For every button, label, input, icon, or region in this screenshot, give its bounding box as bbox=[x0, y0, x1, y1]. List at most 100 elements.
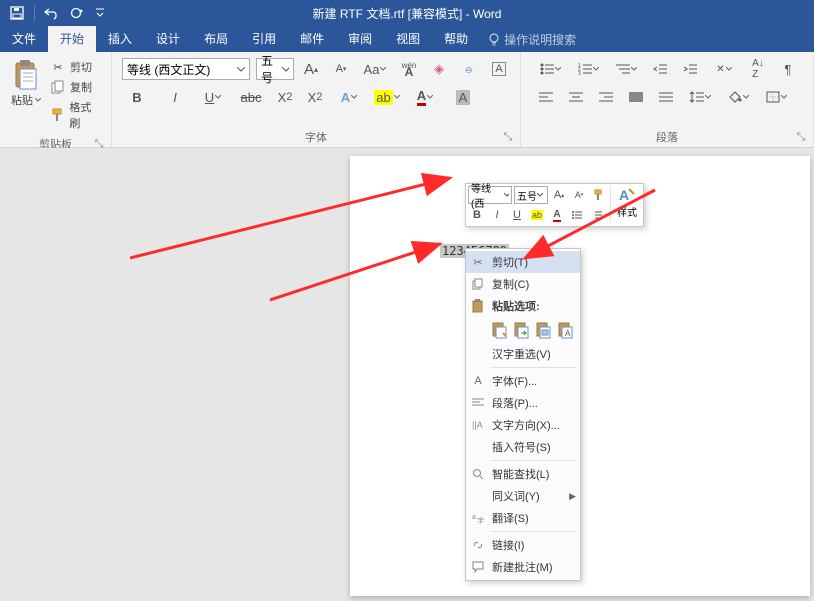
cm-new-comment[interactable]: 新建批注(M) bbox=[466, 556, 580, 578]
asian-layout-button[interactable]: ✕ bbox=[709, 58, 739, 80]
mini-shrink-font-button[interactable]: A▾ bbox=[570, 186, 588, 204]
copy-button[interactable]: 复制 bbox=[48, 78, 103, 96]
format-painter-button[interactable]: 格式刷 bbox=[48, 98, 103, 132]
cm-smart-lookup[interactable]: 智能查找(L) bbox=[466, 463, 580, 485]
redo-button[interactable] bbox=[65, 2, 87, 24]
cm-font[interactable]: A字体(F)... bbox=[466, 370, 580, 392]
tab-review[interactable]: 审阅 bbox=[336, 26, 384, 52]
cm-insert-symbol[interactable]: 插入符号(S) bbox=[466, 436, 580, 458]
shading-button[interactable] bbox=[723, 86, 753, 108]
enclose-characters-button[interactable]: ⦵ bbox=[458, 58, 480, 80]
paste-picture-button[interactable] bbox=[534, 319, 554, 341]
save-button[interactable] bbox=[6, 2, 28, 24]
show-marks-button[interactable]: ¶ bbox=[777, 58, 799, 80]
dialog-launcher-icon[interactable]: ⤡ bbox=[795, 131, 807, 143]
highlight-button[interactable]: ab bbox=[372, 86, 402, 108]
mini-underline-button[interactable]: U bbox=[508, 206, 526, 224]
decrease-indent-button[interactable] bbox=[649, 58, 671, 80]
mini-numbering-button[interactable] bbox=[588, 206, 606, 224]
cm-cut[interactable]: ✂剪切(T) bbox=[466, 251, 580, 273]
align-right-button[interactable] bbox=[595, 86, 617, 108]
underline-button[interactable]: U bbox=[198, 86, 228, 108]
chevron-down-icon bbox=[537, 193, 543, 197]
change-case-button[interactable]: Aa bbox=[360, 58, 390, 80]
justify-button[interactable] bbox=[625, 86, 647, 108]
cut-button[interactable]: ✂剪切 bbox=[48, 58, 103, 76]
mini-format-painter-button[interactable] bbox=[590, 186, 608, 204]
mini-highlight-button[interactable]: ab bbox=[528, 206, 546, 224]
cm-text-direction[interactable]: ||A文字方向(X)... bbox=[466, 414, 580, 436]
cm-paragraph[interactable]: 段落(P)... bbox=[466, 392, 580, 414]
tab-insert[interactable]: 插入 bbox=[96, 26, 144, 52]
shrink-font-button[interactable]: A▾ bbox=[330, 58, 352, 80]
qat-customize-button[interactable] bbox=[89, 2, 111, 24]
chevron-down-icon bbox=[743, 95, 749, 99]
character-shading-button[interactable]: A bbox=[448, 86, 478, 108]
separator bbox=[490, 367, 576, 368]
mini-italic-button[interactable]: I bbox=[488, 206, 506, 224]
chevron-down-icon bbox=[237, 67, 245, 72]
paste-merge-button[interactable] bbox=[512, 319, 532, 341]
dialog-launcher-icon[interactable]: ⤡ bbox=[502, 131, 514, 143]
cm-cn-relayout[interactable]: 汉字重选(V) bbox=[466, 343, 580, 365]
text-effects-button[interactable]: A bbox=[334, 86, 364, 108]
tell-me-search[interactable]: 操作说明搜索 bbox=[480, 27, 584, 52]
strikethrough-button[interactable]: abc bbox=[236, 86, 266, 108]
tab-design[interactable]: 设计 bbox=[144, 26, 192, 52]
mini-styles-button[interactable]: A 样式 bbox=[613, 186, 641, 224]
undo-button[interactable] bbox=[41, 2, 63, 24]
separator bbox=[490, 531, 576, 532]
bullets-icon bbox=[540, 63, 554, 75]
cm-link[interactable]: 链接(I) bbox=[466, 534, 580, 556]
mini-font-combo[interactable]: 等线 (西 bbox=[468, 186, 512, 204]
align-left-button[interactable] bbox=[535, 86, 557, 108]
translate-icon: a字 bbox=[470, 510, 486, 526]
mini-size-combo[interactable]: 五号 bbox=[514, 186, 548, 204]
font-name-combo[interactable]: 等线 (西文正文) bbox=[122, 58, 250, 80]
numbering-button[interactable]: 123 bbox=[573, 58, 603, 80]
tab-mail[interactable]: 邮件 bbox=[288, 26, 336, 52]
subscript-button[interactable]: X2 bbox=[274, 86, 296, 108]
paste-text-only-button[interactable]: A bbox=[556, 319, 576, 341]
mini-bullets-button[interactable] bbox=[568, 206, 586, 224]
grow-font-button[interactable]: A▴ bbox=[300, 58, 322, 80]
distribute-button[interactable] bbox=[655, 86, 677, 108]
group-clipboard: 粘贴 ✂剪切 复制 格式刷 剪贴板⤡ bbox=[0, 52, 112, 147]
bold-button[interactable]: B bbox=[122, 86, 152, 108]
tab-file[interactable]: 文件 bbox=[0, 26, 48, 52]
multilevel-list-button[interactable] bbox=[611, 58, 641, 80]
cm-synonyms[interactable]: 同义词(Y)▶ bbox=[466, 485, 580, 507]
font-color-button[interactable]: A bbox=[410, 86, 440, 108]
italic-button[interactable]: I bbox=[160, 86, 190, 108]
cm-copy[interactable]: 复制(C) bbox=[466, 273, 580, 295]
tab-references[interactable]: 引用 bbox=[240, 26, 288, 52]
phonetic-guide-button[interactable]: wénA bbox=[398, 58, 420, 80]
mini-grow-font-button[interactable]: A▴ bbox=[550, 186, 568, 204]
copy-icon bbox=[470, 276, 486, 292]
text-direction-icon: ||A bbox=[470, 417, 486, 433]
align-center-button[interactable] bbox=[565, 86, 587, 108]
mini-font-color-button[interactable]: A bbox=[548, 206, 566, 224]
indent-icon bbox=[683, 63, 697, 75]
lightbulb-icon bbox=[488, 33, 500, 47]
clear-formatting-button[interactable]: ◈ bbox=[428, 58, 450, 80]
paste-button[interactable]: 粘贴 bbox=[6, 56, 46, 134]
bullets-button[interactable] bbox=[535, 58, 565, 80]
mini-bold-button[interactable]: B bbox=[468, 206, 486, 224]
tab-view[interactable]: 视图 bbox=[384, 26, 432, 52]
font-size-combo[interactable]: 五号 bbox=[256, 58, 294, 80]
superscript-button[interactable]: X2 bbox=[304, 86, 326, 108]
paste-keep-source-button[interactable] bbox=[490, 319, 510, 341]
tab-layout[interactable]: 布局 bbox=[192, 26, 240, 52]
increase-indent-button[interactable] bbox=[679, 58, 701, 80]
tab-home[interactable]: 开始 bbox=[48, 26, 96, 52]
line-spacing-button[interactable] bbox=[685, 86, 715, 108]
cm-translate[interactable]: a字翻译(S) bbox=[466, 507, 580, 529]
chevron-down-icon bbox=[705, 95, 711, 99]
numbering-icon bbox=[592, 210, 602, 220]
borders-button[interactable] bbox=[761, 86, 791, 108]
cut-label: 剪切 bbox=[70, 59, 92, 75]
tab-help[interactable]: 帮助 bbox=[432, 26, 480, 52]
sort-button[interactable]: A↓Z bbox=[747, 58, 769, 80]
character-border-button[interactable]: A bbox=[488, 58, 510, 80]
